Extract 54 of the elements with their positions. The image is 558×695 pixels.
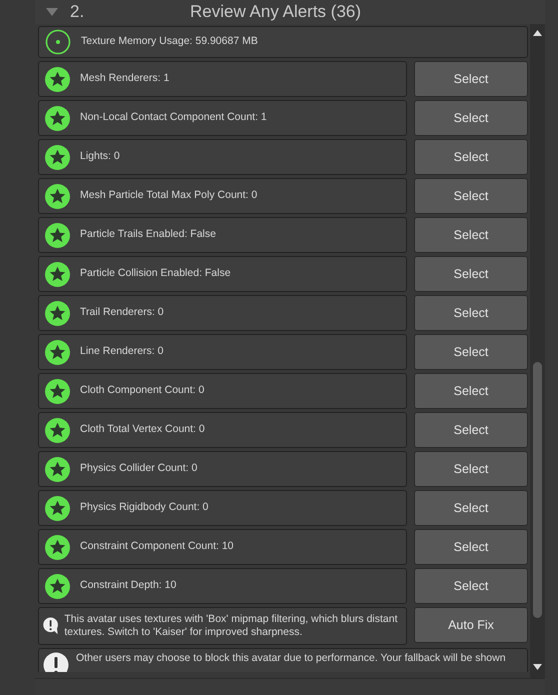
star-badge-icon [45, 456, 70, 482]
select-button[interactable]: Select [414, 412, 528, 448]
select-button[interactable]: Select [414, 139, 528, 175]
select-button[interactable]: Select [414, 373, 528, 409]
select-button[interactable]: Select [414, 217, 528, 253]
star-badge-icon [45, 378, 70, 404]
star-badge-icon [45, 66, 70, 92]
stat-label: Constraint Component Count: 10 [80, 539, 234, 554]
select-button[interactable]: Select [414, 451, 528, 487]
stat-label: Line Renderers: 0 [80, 344, 164, 360]
stat-label: Physics Rigidbody Count: 0 [80, 500, 208, 516]
star-badge-icon [45, 106, 70, 130]
section-title: Review Any Alerts (36) [190, 1, 362, 24]
stat-label: Cloth Total Vertex Count: 0 [80, 422, 205, 438]
stat-label: Cloth Component Count: 0 [80, 383, 204, 398]
stat-label: Texture Memory Usage: 59.90687 MB [81, 34, 258, 50]
select-button[interactable]: Select [414, 100, 528, 136]
star-badge-icon [45, 184, 70, 208]
scrollbar-thumb[interactable] [533, 362, 542, 618]
stat-label: Particle Trails Enabled: False [80, 227, 216, 242]
select-button[interactable]: Select [414, 334, 528, 370]
collapse-arrow-icon[interactable] [45, 8, 59, 16]
star-badge-icon [45, 222, 70, 248]
stat-label: Trail Renderers: 0 [80, 305, 164, 320]
scroll-up-icon[interactable] [533, 30, 542, 36]
select-button[interactable]: Select [414, 490, 528, 526]
scroll-down-icon[interactable] [533, 664, 542, 670]
stat-label: Lights: 0 [80, 149, 120, 164]
star-badge-icon [45, 144, 70, 170]
scrollbar[interactable] [530, 24, 545, 678]
star-badge-icon [45, 262, 70, 286]
stat-label: Constraint Depth: 10 [80, 578, 176, 594]
alert-message: Other users may choose to block this avatar due to performance. Your fallback will be shown [76, 652, 506, 665]
star-badge-icon [45, 340, 70, 364]
stat-label: Mesh Renderers: 1 [80, 71, 170, 86]
star-badge-icon [45, 574, 70, 598]
select-button[interactable]: Select [414, 568, 528, 604]
select-button[interactable]: Select [414, 178, 528, 214]
auto-fix-button[interactable]: Auto Fix [414, 607, 528, 643]
select-button[interactable]: Select [414, 295, 528, 331]
star-badge-icon [45, 418, 70, 442]
select-button[interactable]: Select [414, 61, 528, 97]
stat-label: Non-Local Contact Component Count: 1 [80, 110, 267, 126]
stat-label: Physics Collider Count: 0 [80, 461, 198, 476]
select-button[interactable]: Select [414, 256, 528, 292]
section-number: 2. [70, 1, 86, 24]
stat-label: Particle Collision Enabled: False [80, 266, 231, 282]
stat-label: Mesh Particle Total Max Poly Count: 0 [80, 188, 258, 204]
select-button[interactable]: Select [414, 529, 528, 565]
info-ring-icon [45, 29, 71, 55]
star-badge-icon [45, 300, 70, 326]
star-badge-icon [45, 534, 70, 560]
alert-message: This avatar uses textures with 'Box' mipmap filtering, which blurs distant textures. Switch to 'Kaiser' for improved sharpness. [64, 613, 399, 639]
star-badge-icon [45, 496, 70, 520]
